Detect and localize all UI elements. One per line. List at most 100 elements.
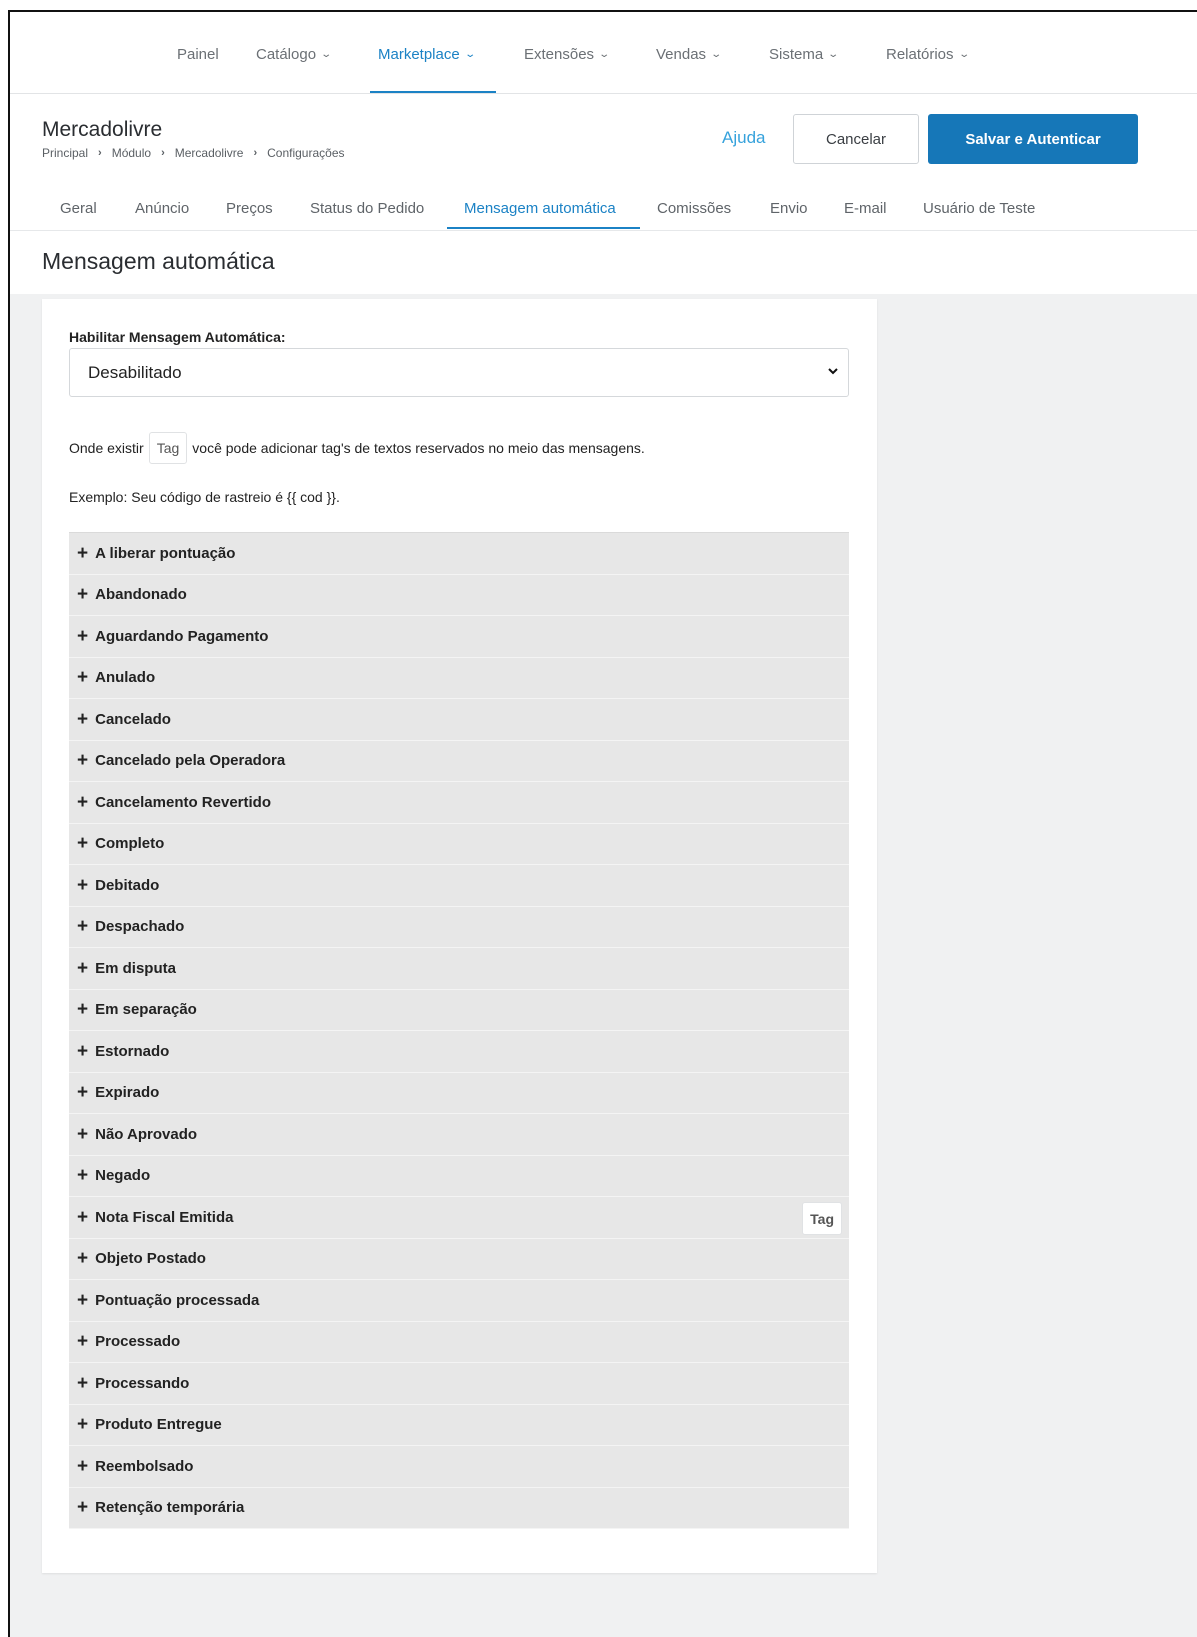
accordion-item[interactable]: + A liberar pontuação <box>69 533 849 575</box>
accordion-item[interactable]: + Nota Fiscal Emitida Tag <box>69 1197 849 1239</box>
accordion-item[interactable]: + Processado <box>69 1322 849 1363</box>
status-accordion: + A liberar pontuação + Abandonado + Aguardan… <box>69 532 849 1529</box>
plus-icon: + <box>77 1289 89 1311</box>
accordion-item-label: Despachado <box>95 918 185 936</box>
tag-chip: Tag <box>148 432 188 464</box>
settings-tabs: Geral Anúncio Preços Status do Pedido Me… <box>10 194 1197 230</box>
plus-icon: + <box>77 1455 89 1477</box>
accordion-item-label: A liberar pontuação <box>95 544 236 562</box>
accordion-item-label: Expirado <box>95 1084 160 1102</box>
accordion-item[interactable]: + Produto Entregue <box>69 1405 849 1446</box>
chevron-right-icon: › <box>253 147 258 159</box>
accordion-item[interactable]: + Expirado <box>69 1073 849 1114</box>
chevron-down-icon: ⌄ <box>598 49 611 60</box>
plus-icon: + <box>77 957 89 979</box>
nav-active-indicator <box>370 91 496 93</box>
accordion-item-label: Em disputa <box>95 959 176 977</box>
breadcrumb-item-principal[interactable]: Principal <box>42 146 88 160</box>
example-text: Exemplo: Seu código de rastreio é {{ cod… <box>69 489 340 505</box>
accordion-item[interactable]: + Em separação <box>69 990 849 1031</box>
enable-auto-message-label: Habilitar Mensagem Automática: <box>69 329 286 345</box>
plus-icon: + <box>77 1082 89 1104</box>
accordion-item[interactable]: + Anulado <box>69 658 849 699</box>
accordion-item-label: Anulado <box>95 669 156 687</box>
nav-item-label: Vendas <box>656 46 707 63</box>
plus-icon: + <box>77 1372 89 1394</box>
tab-envio[interactable]: Envio <box>770 200 808 217</box>
tab-status-do-pedido[interactable]: Status do Pedido <box>310 200 424 217</box>
accordion-item-label: Aguardando Pagamento <box>95 627 269 645</box>
nav-item-sistema[interactable]: Sistema ⌄ <box>769 46 840 63</box>
tab-comissoes[interactable]: Comissões <box>657 200 731 217</box>
accordion-item[interactable]: + Aguardando Pagamento <box>69 616 849 658</box>
chevron-down-icon: ⌄ <box>464 49 476 60</box>
plus-icon: + <box>77 750 89 772</box>
nav-item-relatorios[interactable]: Relatórios ⌄ <box>886 46 970 63</box>
accordion-item[interactable]: + Em disputa <box>69 948 849 990</box>
plus-icon: + <box>77 833 89 855</box>
chevron-right-icon: › <box>161 147 165 159</box>
tab-usuario-de-teste[interactable]: Usuário de Teste <box>923 200 1035 217</box>
tab-anuncio[interactable]: Anúncio <box>135 200 189 217</box>
chevron-down-icon: ⌄ <box>827 49 840 60</box>
accordion-item[interactable]: + Cancelado pela Operadora <box>69 741 849 782</box>
accordion-item[interactable]: + Processando <box>69 1363 849 1405</box>
nav-item-vendas[interactable]: Vendas ⌄ <box>656 46 722 63</box>
plus-icon: + <box>77 625 89 647</box>
accordion-item[interactable]: + Despachado <box>69 907 849 948</box>
accordion-item[interactable]: + Completo <box>69 824 849 865</box>
breadcrumb-item-mercadolivre[interactable]: Mercadolivre <box>175 146 244 160</box>
breadcrumb-item-modulo[interactable]: Módulo <box>112 146 151 160</box>
accordion-item[interactable]: + Cancelamento Revertido <box>69 782 849 824</box>
save-authenticate-button[interactable]: Salvar e Autenticar <box>928 114 1138 164</box>
accordion-item-label: Cancelado <box>95 710 171 728</box>
nav-item-painel[interactable]: Painel <box>177 46 219 63</box>
nav-item-catalogo[interactable]: Catálogo ⌄ <box>256 46 332 63</box>
accordion-item[interactable]: + Objeto Postado <box>69 1239 849 1280</box>
nav-item-extensoes[interactable]: Extensões ⌄ <box>524 46 611 63</box>
select-value: Desabilitado <box>88 362 182 382</box>
accordion-item[interactable]: + Debitado <box>69 865 849 907</box>
breadcrumb-item-configuracoes[interactable]: Configurações <box>267 146 344 160</box>
accordion-item[interactable]: + Reembolsado <box>69 1446 849 1488</box>
tab-email[interactable]: E-mail <box>844 200 887 217</box>
tab-mensagem-automatica[interactable]: Mensagem automática <box>464 200 616 217</box>
accordion-item-label: Reembolsado <box>95 1457 194 1475</box>
accordion-item[interactable]: + Abandonado <box>69 575 849 616</box>
accordion-item-label: Pontuação processada <box>95 1291 260 1309</box>
accordion-item-label: Retenção temporária <box>95 1499 245 1517</box>
accordion-item[interactable]: + Retenção temporária <box>69 1488 849 1529</box>
nav-item-marketplace[interactable]: Marketplace ⌄ <box>378 46 476 63</box>
plus-icon: + <box>77 1414 89 1436</box>
accordion-item-label: Processando <box>95 1374 190 1392</box>
tab-precos[interactable]: Preços <box>226 200 273 217</box>
accordion-item[interactable]: + Cancelado <box>69 699 849 741</box>
accordion-item-label: Cancelado pela Operadora <box>95 752 286 770</box>
accordion-item-label: Abandonado <box>95 586 187 604</box>
enable-auto-message-select[interactable]: Desabilitado <box>69 348 849 397</box>
plus-icon: + <box>77 1040 89 1062</box>
plus-icon: + <box>77 916 89 938</box>
accordion-item-label: Estornado <box>95 1042 170 1060</box>
help-link[interactable]: Ajuda <box>722 128 765 148</box>
accordion-item-label: Nota Fiscal Emitida <box>95 1208 234 1226</box>
plus-icon: + <box>77 999 89 1021</box>
accordion-item-label: Completo <box>95 835 165 853</box>
tag-button[interactable]: Tag <box>802 1202 842 1235</box>
plus-icon: + <box>77 1165 89 1187</box>
cancel-button[interactable]: Cancelar <box>793 114 919 164</box>
tab-geral[interactable]: Geral <box>60 200 97 217</box>
accordion-item-label: Em separação <box>95 1001 197 1019</box>
accordion-item[interactable]: + Não Aprovado <box>69 1114 849 1156</box>
tab-active-indicator <box>447 227 640 229</box>
breadcrumb: Principal › Módulo › Mercadolivre › Conf… <box>42 146 345 160</box>
accordion-item-label: Não Aprovado <box>95 1125 198 1143</box>
plus-icon: + <box>77 1497 89 1519</box>
accordion-item[interactable]: + Pontuação processada <box>69 1280 849 1322</box>
settings-card: Habilitar Mensagem Automática: Desabilit… <box>42 299 877 1573</box>
accordion-item[interactable]: + Estornado <box>69 1031 849 1073</box>
app-frame: Painel Catálogo ⌄ Marketplace ⌄ Extensõe… <box>8 10 1197 1637</box>
accordion-item[interactable]: + Negado <box>69 1156 849 1197</box>
accordion-item-label: Objeto Postado <box>95 1250 206 1268</box>
nav-item-label: Extensões <box>524 46 595 63</box>
